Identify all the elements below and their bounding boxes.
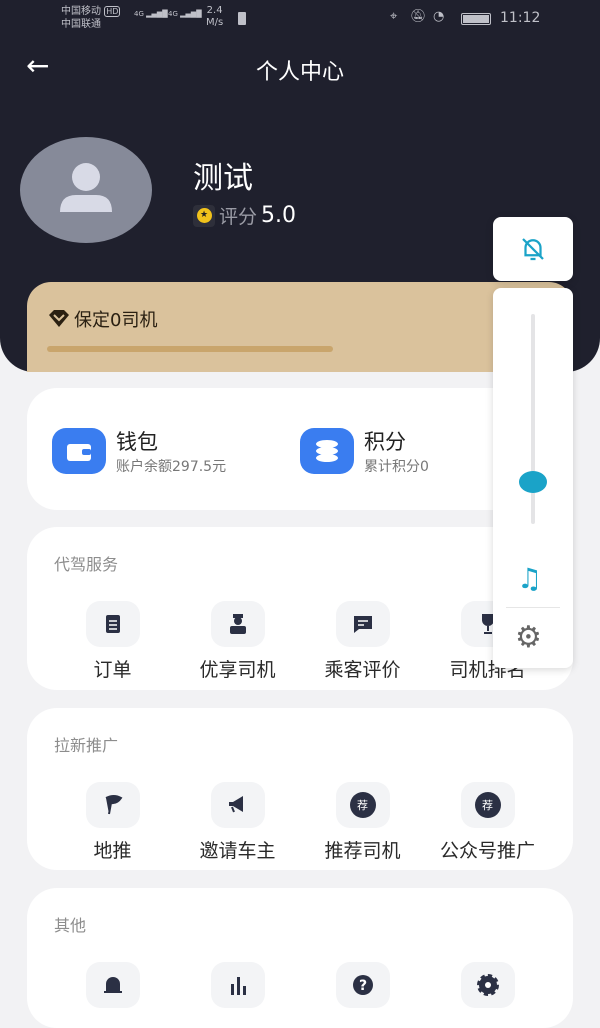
bell-off-icon bbox=[522, 238, 544, 261]
gear-icon bbox=[460, 962, 515, 1008]
clock: 11:12 bbox=[500, 10, 541, 26]
diamond-icon bbox=[49, 310, 69, 327]
menu-item[interactable]: 地推 bbox=[50, 782, 175, 863]
net-speed: 2.4 bbox=[206, 5, 223, 16]
menu-item[interactable] bbox=[425, 962, 550, 1008]
user-icon bbox=[60, 163, 112, 212]
battery-icon bbox=[461, 13, 491, 25]
section-title: 代驾服务 bbox=[54, 555, 119, 574]
membership-label: 保定0司机 bbox=[74, 310, 158, 331]
speedometer-icon: ◔ bbox=[433, 9, 445, 24]
wallet-balance: 账户余额297.5元 bbox=[116, 459, 227, 475]
status-bar: 中国移动 HD 中国联通 4G ▂▄▆█ 4G ▂▄▆█ 2.4 M/s ⌖ 🔕︎… bbox=[0, 0, 600, 38]
points-entry[interactable]: 积分累计积分0 bbox=[300, 426, 429, 476]
page-title: 个人中心 bbox=[255, 60, 344, 85]
carrier-1: 中国移动 bbox=[61, 6, 101, 17]
volume-panel: ♫ ⚙ bbox=[493, 288, 573, 668]
wallet-entry[interactable]: 钱包账户余额297.5元 bbox=[52, 426, 226, 476]
menu-item[interactable]: 邀请车主 bbox=[175, 782, 300, 863]
rating-label: 评分 bbox=[219, 206, 258, 228]
signal-icon: 4G ▂▄▆█ bbox=[134, 10, 168, 18]
points-total: 累计积分0 bbox=[364, 459, 429, 475]
menu-item[interactable] bbox=[50, 962, 175, 1008]
recommend-icon: 荐 bbox=[335, 782, 390, 828]
net-speed-unit: M/s bbox=[206, 17, 224, 28]
menu-item-label: 订单 bbox=[93, 659, 132, 681]
section-card: 拉新推广 地推 邀请车主荐推荐司机荐公众号推广 bbox=[27, 708, 573, 870]
coins-icon bbox=[300, 428, 354, 474]
avatar[interactable] bbox=[20, 137, 152, 243]
music-icon[interactable]: ♫ bbox=[517, 562, 542, 595]
signal-icon: 4G ▂▄▆█ bbox=[168, 10, 202, 18]
megaphone-icon bbox=[210, 782, 265, 828]
bar-chart-icon bbox=[210, 962, 265, 1008]
wallet-title: 钱包 bbox=[116, 430, 158, 454]
menu-item-label: 公众号推广 bbox=[439, 840, 535, 862]
settings-icon[interactable]: ⚙ bbox=[515, 620, 542, 655]
comment-icon bbox=[335, 601, 390, 647]
flag-icon bbox=[85, 782, 140, 828]
clipboard-icon bbox=[85, 601, 140, 647]
section-card: 其他? bbox=[27, 888, 573, 1028]
membership-card[interactable]: 保定0司机 0 bbox=[27, 282, 573, 372]
menu-item[interactable]: 乘客评价 bbox=[300, 601, 425, 682]
section-title: 拉新推广 bbox=[54, 736, 119, 755]
rating: ★ 评分 5.0 bbox=[193, 202, 296, 229]
menu-item[interactable]: 荐公众号推广 bbox=[425, 782, 550, 863]
menu-item-label: 地推 bbox=[93, 840, 132, 862]
recommend-icon: 荐 bbox=[460, 782, 515, 828]
hd-badge: HD bbox=[104, 6, 121, 17]
mute-toggle-button[interactable] bbox=[493, 217, 573, 281]
bell-off-icon: 🔕︎ bbox=[410, 9, 427, 24]
volume-slider-handle[interactable] bbox=[519, 471, 547, 493]
svg-text:?: ? bbox=[358, 978, 366, 994]
section-card: 代驾服务 订单 优享司机 乘客评价 司机排名 bbox=[27, 527, 573, 690]
question-icon: ? bbox=[335, 962, 390, 1008]
battery-saver-icon bbox=[238, 12, 246, 25]
user-name: 测试 bbox=[193, 161, 253, 196]
menu-item[interactable]: 订单 bbox=[50, 601, 175, 682]
divider bbox=[506, 607, 560, 608]
menu-item-label: 邀请车主 bbox=[199, 840, 276, 862]
menu-item[interactable] bbox=[175, 962, 300, 1008]
points-title: 积分 bbox=[364, 430, 406, 454]
wallet-icon bbox=[52, 428, 106, 474]
menu-item-label: 乘客评价 bbox=[324, 659, 401, 681]
wallet-card: 钱包账户余额297.5元 积分累计积分0 bbox=[27, 388, 573, 510]
menu-item-label: 优享司机 bbox=[199, 659, 276, 681]
membership-progress bbox=[47, 346, 333, 352]
rating-value: 5.0 bbox=[261, 203, 297, 228]
section-title: 其他 bbox=[54, 916, 87, 935]
bell-icon bbox=[85, 962, 140, 1008]
menu-item[interactable]: 优享司机 bbox=[175, 601, 300, 682]
carrier-2: 中国联通 bbox=[61, 19, 101, 30]
location-icon: ⌖ bbox=[390, 9, 398, 24]
menu-item[interactable]: ? bbox=[300, 962, 425, 1008]
driver-icon bbox=[210, 601, 265, 647]
star-icon: ★ bbox=[193, 204, 215, 227]
menu-item-label: 推荐司机 bbox=[324, 840, 401, 862]
menu-item[interactable]: 荐推荐司机 bbox=[300, 782, 425, 863]
